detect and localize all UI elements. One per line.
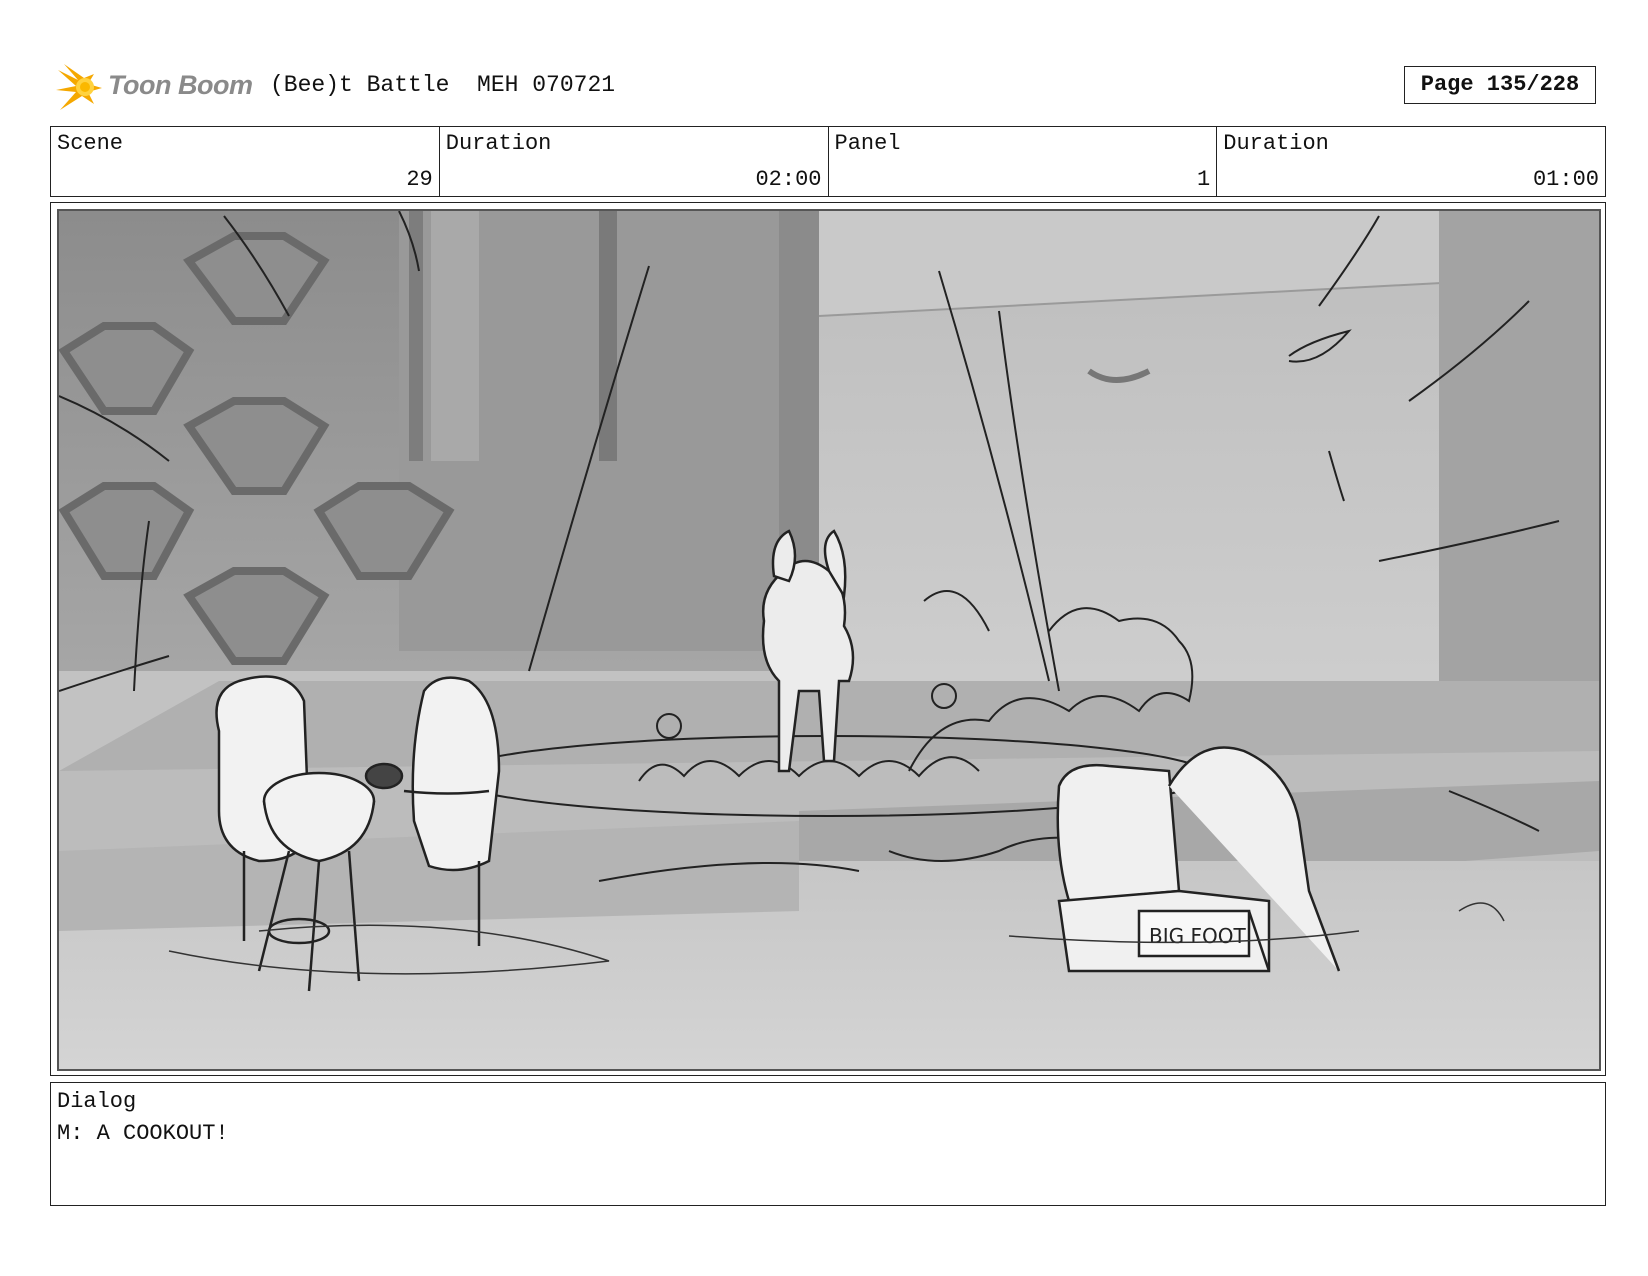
- dialog-text: M: A COOKOUT!: [57, 1121, 229, 1146]
- scene-duration-label: Duration: [445, 131, 552, 156]
- panel-label: Panel: [834, 131, 901, 156]
- logo-text: Toon Boom: [108, 70, 253, 100]
- dialog-label: Dialog: [57, 1089, 137, 1114]
- toon-boom-logo: Toon Boom: [54, 58, 254, 114]
- panel-value: 1: [1197, 167, 1211, 192]
- scene-value: 29: [406, 167, 433, 192]
- dialog-box: Dialog M: A COOKOUT!: [50, 1082, 1606, 1206]
- bigfoot-sign: BIG FOOT: [1149, 924, 1246, 948]
- panel-duration-label: Duration: [1223, 131, 1329, 156]
- scene-label: Scene: [57, 131, 124, 156]
- storyboard-panel-image: BIG FOOT: [57, 209, 1601, 1071]
- storyboard-sketch-image: BIG FOOT: [59, 211, 1599, 1069]
- scene-info-row: Scene 29 Duration 02:00 Panel 1 Duration…: [50, 126, 1606, 197]
- project-title: (Bee)t Battle MEH 070721: [270, 72, 616, 98]
- panel-duration-cell: Duration 01:00: [1217, 127, 1605, 196]
- scene-duration-cell: Duration 02:00: [440, 127, 829, 196]
- storyboard-panel-frame: BIG FOOT: [50, 202, 1606, 1076]
- toon-boom-star-icon: [56, 64, 102, 110]
- scene-cell: Scene 29: [51, 127, 440, 196]
- panel-cell: Panel 1: [829, 127, 1218, 196]
- panel-duration-value: 01:00: [1532, 167, 1599, 192]
- page-number: Page 135/228: [1404, 66, 1596, 104]
- scene-duration-value: 02:00: [755, 167, 822, 192]
- page-header: Toon Boom (Bee)t Battle MEH 070721 Page …: [54, 58, 1610, 114]
